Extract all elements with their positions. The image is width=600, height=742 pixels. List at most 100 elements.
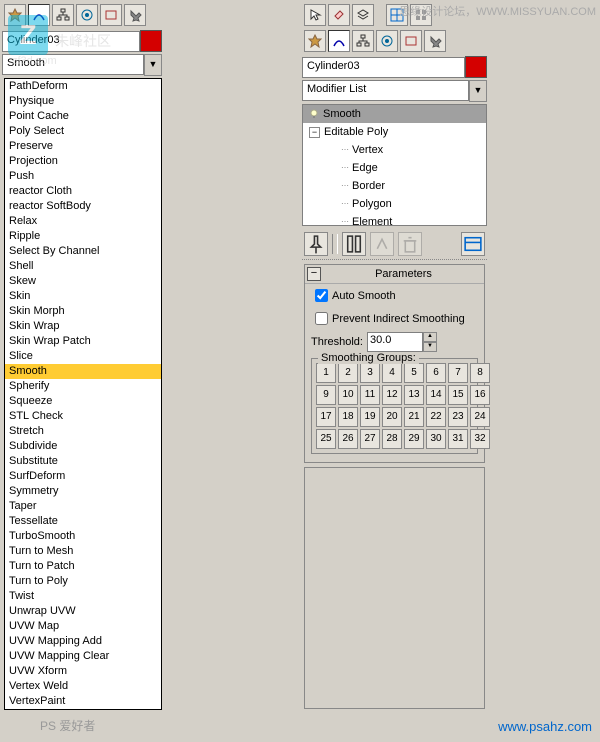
spinner-up-icon[interactable]: ▲ (423, 332, 437, 342)
modifier-option[interactable]: Spherify (5, 379, 161, 394)
smoothing-group-button[interactable]: 7 (448, 363, 468, 383)
smoothing-group-button[interactable]: 15 (448, 385, 468, 405)
smoothing-group-button[interactable]: 3 (360, 363, 380, 383)
prevent-indirect-checkbox[interactable] (315, 312, 328, 325)
smoothing-group-button[interactable]: 14 (426, 385, 446, 405)
threshold-input[interactable]: 30.0 (367, 332, 423, 352)
object-color-swatch-r[interactable] (465, 56, 487, 78)
modifier-option[interactable]: Poly Select (5, 124, 161, 139)
smoothing-group-button[interactable]: 1 (316, 363, 336, 383)
modifier-option[interactable]: Select By Channel (5, 244, 161, 259)
modifier-option[interactable]: UVW Mapping Add (5, 634, 161, 649)
smoothing-group-button[interactable]: 24 (470, 407, 490, 427)
stack-sub-item[interactable]: Element (303, 213, 486, 226)
tab-utilities-icon[interactable] (124, 4, 146, 26)
modifier-dropdown-list[interactable]: PathDeformPhysiquePoint CachePoly Select… (4, 78, 162, 710)
modifier-option[interactable]: Taper (5, 499, 161, 514)
modifier-option[interactable]: SurfDeform (5, 469, 161, 484)
smoothing-group-button[interactable]: 12 (382, 385, 402, 405)
remove-modifier-icon[interactable] (398, 232, 422, 256)
select-icon[interactable] (304, 4, 326, 26)
smoothing-group-button[interactable]: 4 (382, 363, 402, 383)
modifier-option[interactable]: Push (5, 169, 161, 184)
object-color-swatch[interactable] (140, 30, 162, 52)
object-name-field-r[interactable]: Cylinder03 (302, 57, 465, 78)
smoothing-group-button[interactable]: 27 (360, 429, 380, 449)
modifier-option[interactable]: Vertex Weld (5, 679, 161, 694)
make-unique-icon[interactable] (370, 232, 394, 256)
modifier-option[interactable]: Twist (5, 589, 161, 604)
modifier-option[interactable]: Squeeze (5, 394, 161, 409)
modifier-option[interactable]: Projection (5, 154, 161, 169)
tab-modify-icon-r[interactable] (328, 30, 350, 52)
modifier-option[interactable]: Symmetry (5, 484, 161, 499)
layers-icon[interactable] (352, 4, 374, 26)
smoothing-group-button[interactable]: 32 (470, 429, 490, 449)
modifier-option[interactable]: Tessellate (5, 514, 161, 529)
show-end-result-icon[interactable] (342, 232, 366, 256)
collapse-toggle-icon[interactable]: − (309, 127, 320, 138)
modifier-option[interactable]: Relax (5, 214, 161, 229)
smoothing-group-button[interactable]: 8 (470, 363, 490, 383)
modifier-option[interactable]: Skew (5, 274, 161, 289)
tab-utilities-icon-r[interactable] (424, 30, 446, 52)
smoothing-group-button[interactable]: 23 (448, 407, 468, 427)
smoothing-group-button[interactable]: 31 (448, 429, 468, 449)
modifier-option[interactable]: UVW Mapping Clear (5, 649, 161, 664)
modifier-stack[interactable]: Smooth − Editable Poly VertexEdgeBorderP… (302, 104, 487, 226)
smoothing-group-button[interactable]: 13 (404, 385, 424, 405)
smoothing-group-button[interactable]: 25 (316, 429, 336, 449)
modifier-list-arrow[interactable]: ▼ (469, 80, 487, 102)
stack-sub-item[interactable]: Edge (303, 159, 486, 177)
modifier-option[interactable]: Vol. Select (5, 709, 161, 710)
smoothing-group-button[interactable]: 30 (426, 429, 446, 449)
smoothing-group-button[interactable]: 5 (404, 363, 424, 383)
smoothing-group-button[interactable]: 21 (404, 407, 424, 427)
eraser-icon[interactable] (328, 4, 350, 26)
modifier-option[interactable]: Turn to Mesh (5, 544, 161, 559)
auto-smooth-checkbox[interactable] (315, 289, 328, 302)
tab-hierarchy-icon-r[interactable] (352, 30, 374, 52)
modifier-option[interactable]: Skin (5, 289, 161, 304)
tab-motion-icon-r[interactable] (376, 30, 398, 52)
configure-sets-icon[interactable] (461, 232, 485, 256)
tab-display-icon-r[interactable] (400, 30, 422, 52)
smoothing-group-button[interactable]: 19 (360, 407, 380, 427)
smoothing-group-button[interactable]: 26 (338, 429, 358, 449)
modifier-list-combo[interactable]: Modifier List (302, 80, 469, 101)
bulb-icon[interactable] (309, 109, 319, 119)
smoothing-group-button[interactable]: 22 (426, 407, 446, 427)
smoothing-group-button[interactable]: 17 (316, 407, 336, 427)
modifier-option[interactable]: PathDeform (5, 79, 161, 94)
smoothing-group-button[interactable]: 10 (338, 385, 358, 405)
rollup-toggle-icon[interactable]: − (307, 267, 321, 281)
modifier-option[interactable]: Turn to Patch (5, 559, 161, 574)
modifier-option[interactable]: reactor Cloth (5, 184, 161, 199)
modifier-option[interactable]: TurboSmooth (5, 529, 161, 544)
modifier-option[interactable]: Subdivide (5, 439, 161, 454)
smoothing-group-button[interactable]: 18 (338, 407, 358, 427)
stack-item-smooth[interactable]: Smooth (303, 105, 486, 123)
modifier-option[interactable]: Turn to Poly (5, 574, 161, 589)
modifier-option[interactable]: UVW Map (5, 619, 161, 634)
modifier-option[interactable]: Skin Wrap Patch (5, 334, 161, 349)
smoothing-group-button[interactable]: 11 (360, 385, 380, 405)
modifier-option[interactable]: Skin Morph (5, 304, 161, 319)
smoothing-group-button[interactable]: 6 (426, 363, 446, 383)
tab-create-icon-r[interactable] (304, 30, 326, 52)
modifier-option[interactable]: Unwrap UVW (5, 604, 161, 619)
modifier-option[interactable]: Smooth (5, 364, 161, 379)
smoothing-group-button[interactable]: 9 (316, 385, 336, 405)
modifier-option[interactable]: reactor SoftBody (5, 199, 161, 214)
rollup-header[interactable]: − Parameters (305, 265, 484, 284)
smoothing-group-button[interactable]: 16 (470, 385, 490, 405)
modifier-option[interactable]: UVW Xform (5, 664, 161, 679)
stack-item-editable-poly[interactable]: − Editable Poly (303, 123, 486, 141)
modifier-option[interactable]: VertexPaint (5, 694, 161, 709)
modifier-option[interactable]: Shell (5, 259, 161, 274)
stack-sub-item[interactable]: Vertex (303, 141, 486, 159)
modifier-option[interactable]: Substitute (5, 454, 161, 469)
modifier-option[interactable]: Stretch (5, 424, 161, 439)
modifier-option[interactable]: Preserve (5, 139, 161, 154)
modifier-option[interactable]: Slice (5, 349, 161, 364)
